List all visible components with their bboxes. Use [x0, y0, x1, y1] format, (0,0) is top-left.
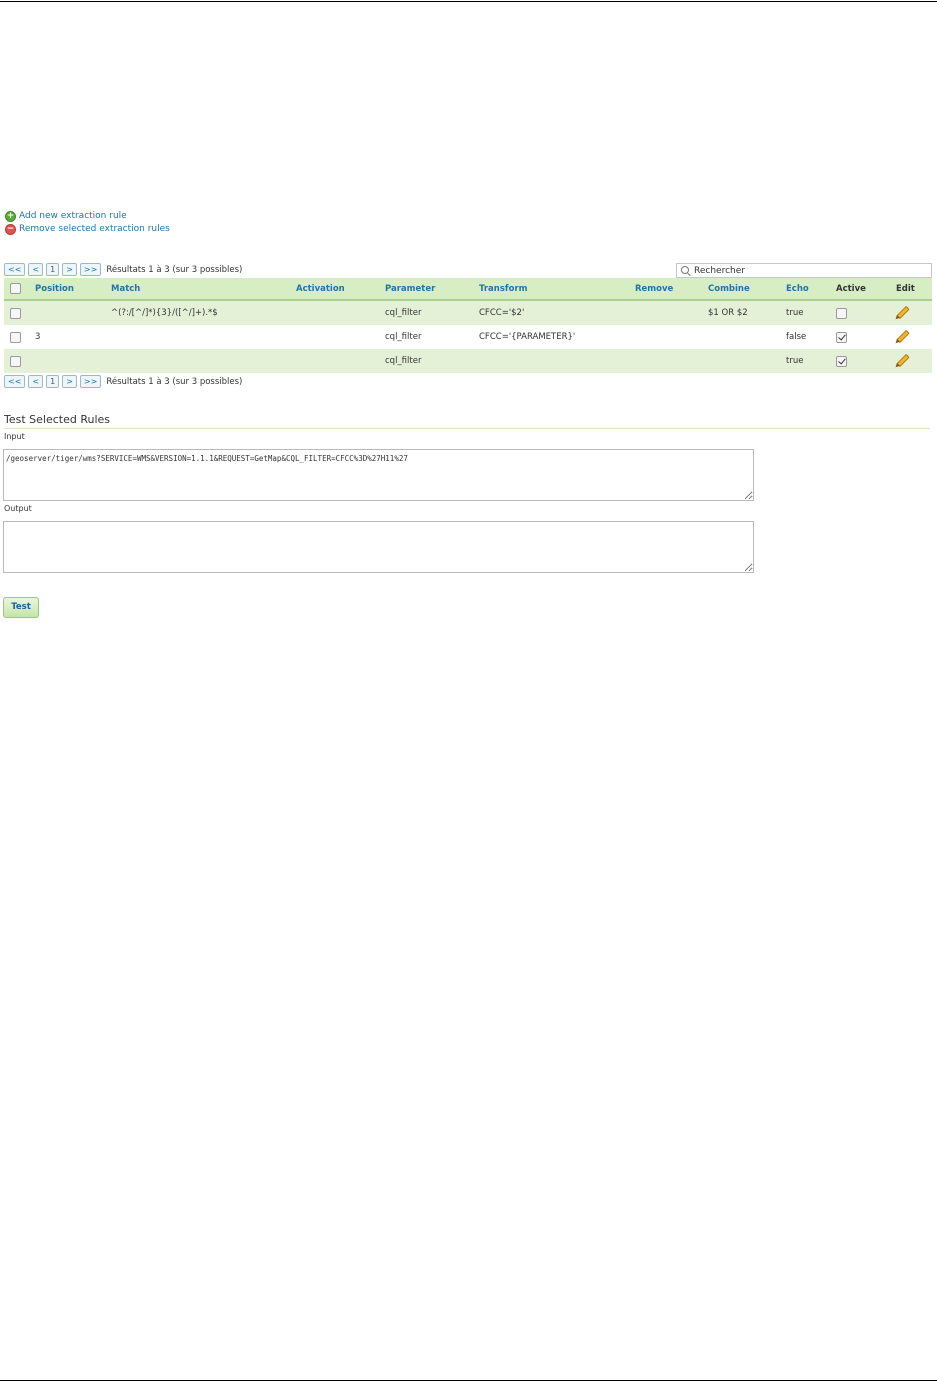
row-select-cell: [4, 325, 29, 349]
edit-cell: [890, 325, 932, 349]
next-page-button[interactable]: >: [62, 263, 77, 276]
table-row: ^(?:/[^/]*){3}/([^/]+).*$ cql_filter CFC…: [4, 300, 932, 325]
page-number-button[interactable]: 1: [46, 375, 60, 388]
column-transform[interactable]: Transform: [473, 278, 629, 301]
combine-cell: $1 OR $2: [702, 300, 780, 325]
table-row: 3 cql_filter CFCC='{PARAMETER}' false: [4, 325, 932, 349]
column-active: Active: [830, 278, 890, 301]
active-cell: [830, 325, 890, 349]
remove-cell: [629, 300, 702, 325]
first-page-button[interactable]: <<: [4, 263, 26, 276]
search-icon: [681, 265, 689, 274]
activation-cell: [290, 300, 379, 325]
transform-cell: CFCC='$2': [473, 300, 629, 325]
echo-cell: true: [780, 300, 830, 325]
select-all-checkbox[interactable]: [10, 283, 21, 294]
page-number-button[interactable]: 1: [46, 263, 60, 276]
remove-rules-label: Remove selected extraction rules: [19, 224, 170, 234]
position-cell: [29, 300, 105, 325]
first-page-button[interactable]: <<: [4, 375, 26, 388]
remove-rules-link[interactable]: − Remove selected extraction rules: [5, 223, 170, 236]
last-page-button[interactable]: >>: [79, 263, 102, 276]
row-select-cell: [4, 300, 29, 325]
row-select-checkbox[interactable]: [10, 331, 21, 343]
active-cell: [830, 349, 890, 373]
results-count: Résultats 1 à 3 (sur 3 possibles): [106, 376, 243, 387]
add-icon: +: [5, 211, 16, 222]
search-box: [676, 263, 932, 278]
pager-top: << < 1 > >> Résultats 1 à 3 (sur 3 possi…: [4, 263, 242, 276]
search-input[interactable]: [694, 265, 914, 276]
combine-cell: [702, 349, 780, 373]
remove-cell: [629, 349, 702, 373]
column-echo[interactable]: Echo: [780, 278, 830, 301]
edit-cell: [890, 300, 932, 325]
remove-cell: [629, 325, 702, 349]
match-cell: [105, 325, 290, 349]
edit-pencil-icon[interactable]: [896, 353, 910, 368]
parameter-cell: cql_filter: [379, 349, 473, 373]
extraction-rules-table: Position Match Activation Parameter Tran…: [4, 278, 932, 373]
test-button[interactable]: Test: [3, 597, 39, 618]
prev-page-button[interactable]: <: [28, 375, 44, 388]
combine-cell: [702, 325, 780, 349]
edit-pencil-icon[interactable]: [896, 329, 910, 344]
row-select-checkbox[interactable]: [10, 307, 21, 319]
edit-cell: [890, 349, 932, 373]
page-bottom-rule: [0, 1380, 937, 1381]
echo-cell: true: [780, 349, 830, 373]
select-all-cell: [4, 278, 29, 301]
transform-cell: [473, 349, 629, 373]
next-page-button[interactable]: >: [62, 375, 77, 388]
pager-bottom: << < 1 > >> Résultats 1 à 3 (sur 3 possi…: [4, 375, 242, 388]
activation-cell: [290, 325, 379, 349]
column-match[interactable]: Match: [105, 278, 290, 301]
active-checkbox: [836, 331, 847, 343]
page-top-rule: [0, 1, 937, 2]
results-count: Résultats 1 à 3 (sur 3 possibles): [106, 264, 243, 275]
position-cell: 3: [29, 325, 105, 349]
match-cell: [105, 349, 290, 373]
echo-cell: false: [780, 325, 830, 349]
last-page-button[interactable]: >>: [79, 375, 102, 388]
table-row: cql_filter true: [4, 349, 932, 373]
column-combine[interactable]: Combine: [702, 278, 780, 301]
remove-icon: −: [5, 224, 16, 235]
parameter-cell: cql_filter: [379, 300, 473, 325]
activation-cell: [290, 349, 379, 373]
active-checkbox: [836, 307, 847, 319]
column-parameter[interactable]: Parameter: [379, 278, 473, 301]
prev-page-button[interactable]: <: [28, 263, 44, 276]
table-header: Position Match Activation Parameter Tran…: [4, 278, 932, 301]
parameter-cell: cql_filter: [379, 325, 473, 349]
rule-actions: + Add new extraction rule − Remove selec…: [5, 210, 170, 236]
input-textarea[interactable]: /geoserver/tiger/wms?SERVICE=WMS&VERSION…: [3, 449, 754, 501]
column-position[interactable]: Position: [29, 278, 105, 301]
edit-pencil-icon[interactable]: [896, 305, 910, 320]
row-select-checkbox[interactable]: [10, 355, 21, 367]
active-checkbox: [836, 355, 847, 367]
active-cell: [830, 300, 890, 325]
output-label: Output: [4, 504, 32, 513]
column-edit: Edit: [890, 278, 932, 301]
input-label: Input: [4, 432, 25, 441]
add-rule-link[interactable]: + Add new extraction rule: [5, 210, 170, 223]
transform-cell: CFCC='{PARAMETER}': [473, 325, 629, 349]
output-textarea[interactable]: [3, 521, 754, 573]
position-cell: [29, 349, 105, 373]
row-select-cell: [4, 349, 29, 373]
column-remove[interactable]: Remove: [629, 278, 702, 301]
match-cell: ^(?:/[^/]*){3}/([^/]+).*$: [105, 300, 290, 325]
test-section-title: Test Selected Rules: [4, 413, 930, 429]
add-rule-label: Add new extraction rule: [19, 211, 127, 221]
column-activation[interactable]: Activation: [290, 278, 379, 301]
